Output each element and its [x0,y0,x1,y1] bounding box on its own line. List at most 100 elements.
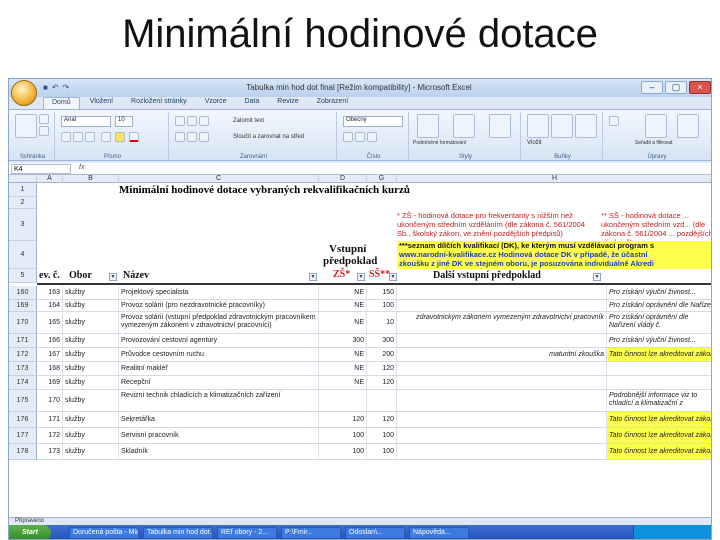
ev-cell[interactable]: 165 [37,312,63,333]
ev-cell[interactable]: 172 [37,428,63,443]
ev-cell[interactable]: 169 [37,376,63,389]
tab-view[interactable]: Zobrazení [309,97,357,109]
spreadsheet-grid[interactable]: A B C D G H 1 2 3 4 5 Minimální hodinové… [9,175,711,517]
ev-cell[interactable]: 166 [37,334,63,347]
currency-icon[interactable] [343,132,353,142]
ev-cell[interactable]: 168 [37,362,63,375]
taskbar-item[interactable]: Doručená pošta - Micr... [69,527,139,539]
font-name-select[interactable]: Arial [61,116,111,127]
ev-cell[interactable]: 163 [37,286,63,299]
ss-cell[interactable]: 100 [367,300,397,311]
ev-cell[interactable]: 164 [37,300,63,311]
taskbar-item[interactable]: P:\Fmir... [281,527,341,539]
note-cell[interactable]: Pro získání oprávnění dle Nařízení vlády… [607,300,711,311]
obor-cell[interactable]: služby [63,348,119,361]
maximize-button[interactable]: ▢ [665,81,687,94]
nazev-cell[interactable]: Provozování cestovní agentury [119,334,319,347]
filter-dropdown-icon[interactable]: ▼ [109,273,117,281]
row-header[interactable]: 1 [9,183,37,197]
zs-cell[interactable]: 120 [319,412,367,427]
align-right-icon[interactable] [199,132,209,142]
tab-review[interactable]: Revize [269,97,306,109]
zs-cell[interactable]: 100 [319,444,367,459]
note-cell[interactable]: Tato činnost lze akreditovat zákona č. 1… [607,444,711,459]
row-header[interactable]: 176 [9,412,37,428]
ss-cell[interactable]: 100 [367,444,397,459]
note-cell[interactable]: Tato činnost lze akreditovat zákona č. 1… [607,428,711,443]
row-header[interactable]: 173 [9,362,37,376]
dalsi-cell[interactable] [397,444,607,459]
row-header[interactable]: 172 [9,348,37,362]
obor-cell[interactable]: služby [63,444,119,459]
ss-cell[interactable]: 300 [367,334,397,347]
align-middle-icon[interactable] [187,116,197,126]
ev-cell[interactable]: 173 [37,444,63,459]
merge-center-button[interactable]: Sloučit a zarovnat na střed [233,134,304,140]
nazev-cell[interactable]: Servisní pracovník [119,428,319,443]
ss-cell[interactable]: 10 [367,312,397,333]
obor-cell[interactable]: služby [63,300,119,311]
zs-cell[interactable]: 300 [319,334,367,347]
cut-icon[interactable] [39,114,49,124]
table-row[interactable]: 168 služby Realitní makléř NE 120 [37,362,711,376]
note-dk-link[interactable]: www.narodni-kvalifikace.cz Hodinová dota… [399,250,648,259]
border-icon[interactable] [101,132,111,142]
tab-home[interactable]: Domů [43,97,80,109]
zs-cell[interactable]: NE [319,300,367,311]
obor-cell[interactable]: služby [63,412,119,427]
zs-cell[interactable]: NE [319,286,367,299]
table-row[interactable]: 169 služby Recepční NE 120 [37,376,711,390]
tab-insert[interactable]: Vložení [82,97,121,109]
taskbar-item[interactable]: Nápověda... [409,527,469,539]
conditional-format-icon[interactable] [417,114,439,138]
ev-cell[interactable]: 170 [37,390,63,411]
dalsi-cell[interactable]: maturitní zkouška [397,348,607,361]
paste-icon[interactable] [15,114,37,138]
number-format-select[interactable]: Obecný [343,116,403,127]
ss-cell[interactable]: 120 [367,376,397,389]
nazev-cell[interactable]: Provoz solárií (vstupní předpoklad zdrav… [119,312,319,333]
filter-dropdown-icon[interactable]: ▼ [309,273,317,281]
align-left-icon[interactable] [175,132,185,142]
nazev-cell[interactable]: Recepční [119,376,319,389]
row-header[interactable]: 169 [9,300,37,312]
note-cell[interactable]: Tato činnost lze akreditovat zákona č. 1… [607,412,711,427]
nazev-cell[interactable]: Provoz solárií (pro nezdravotnické praco… [119,300,319,311]
percent-icon[interactable] [355,132,365,142]
zs-cell[interactable]: 100 [319,428,367,443]
ss-cell[interactable]: 100 [367,428,397,443]
tab-formulas[interactable]: Vzorce [197,97,235,109]
dalsi-cell[interactable] [397,376,607,389]
zs-cell[interactable]: NE [319,362,367,375]
obor-cell[interactable]: služby [63,312,119,333]
close-button[interactable]: × [689,81,711,94]
minimize-button[interactable]: – [641,81,663,94]
redo-icon[interactable]: ↷ [63,83,70,92]
obor-cell[interactable]: služby [63,376,119,389]
filter-dropdown-icon[interactable]: ▼ [357,273,365,281]
ss-cell[interactable]: 200 [367,348,397,361]
nazev-cell[interactable]: Skladník [119,444,319,459]
undo-icon[interactable]: ↶ [52,83,59,92]
copy-icon[interactable] [39,126,49,136]
obor-cell[interactable]: služby [63,286,119,299]
find-select-icon[interactable] [677,114,699,138]
row-header[interactable]: 177 [9,428,37,444]
fill-color-icon[interactable] [115,132,125,142]
row-header[interactable]: 3 [9,209,37,241]
note-cell[interactable]: Pro získání výuční živnost... [607,334,711,347]
dalsi-cell[interactable] [397,412,607,427]
zs-cell[interactable]: NE [319,376,367,389]
note-cell[interactable] [607,362,711,375]
dalsi-cell[interactable] [397,390,607,411]
autosum-icon[interactable] [609,116,619,126]
start-button[interactable]: Start [9,525,51,539]
font-color-icon[interactable] [129,132,139,142]
table-row[interactable]: 164 služby Provoz solárií (pro nezdravotni… [37,300,711,312]
column-header-g[interactable]: G [367,175,397,183]
tab-data[interactable]: Data [236,97,267,109]
column-header-d[interactable]: D [319,175,367,183]
note-cell[interactable]: Pro získání výuční živnost... [607,286,711,299]
ss-cell[interactable]: 120 [367,362,397,375]
cell-styles-icon[interactable] [489,114,511,138]
